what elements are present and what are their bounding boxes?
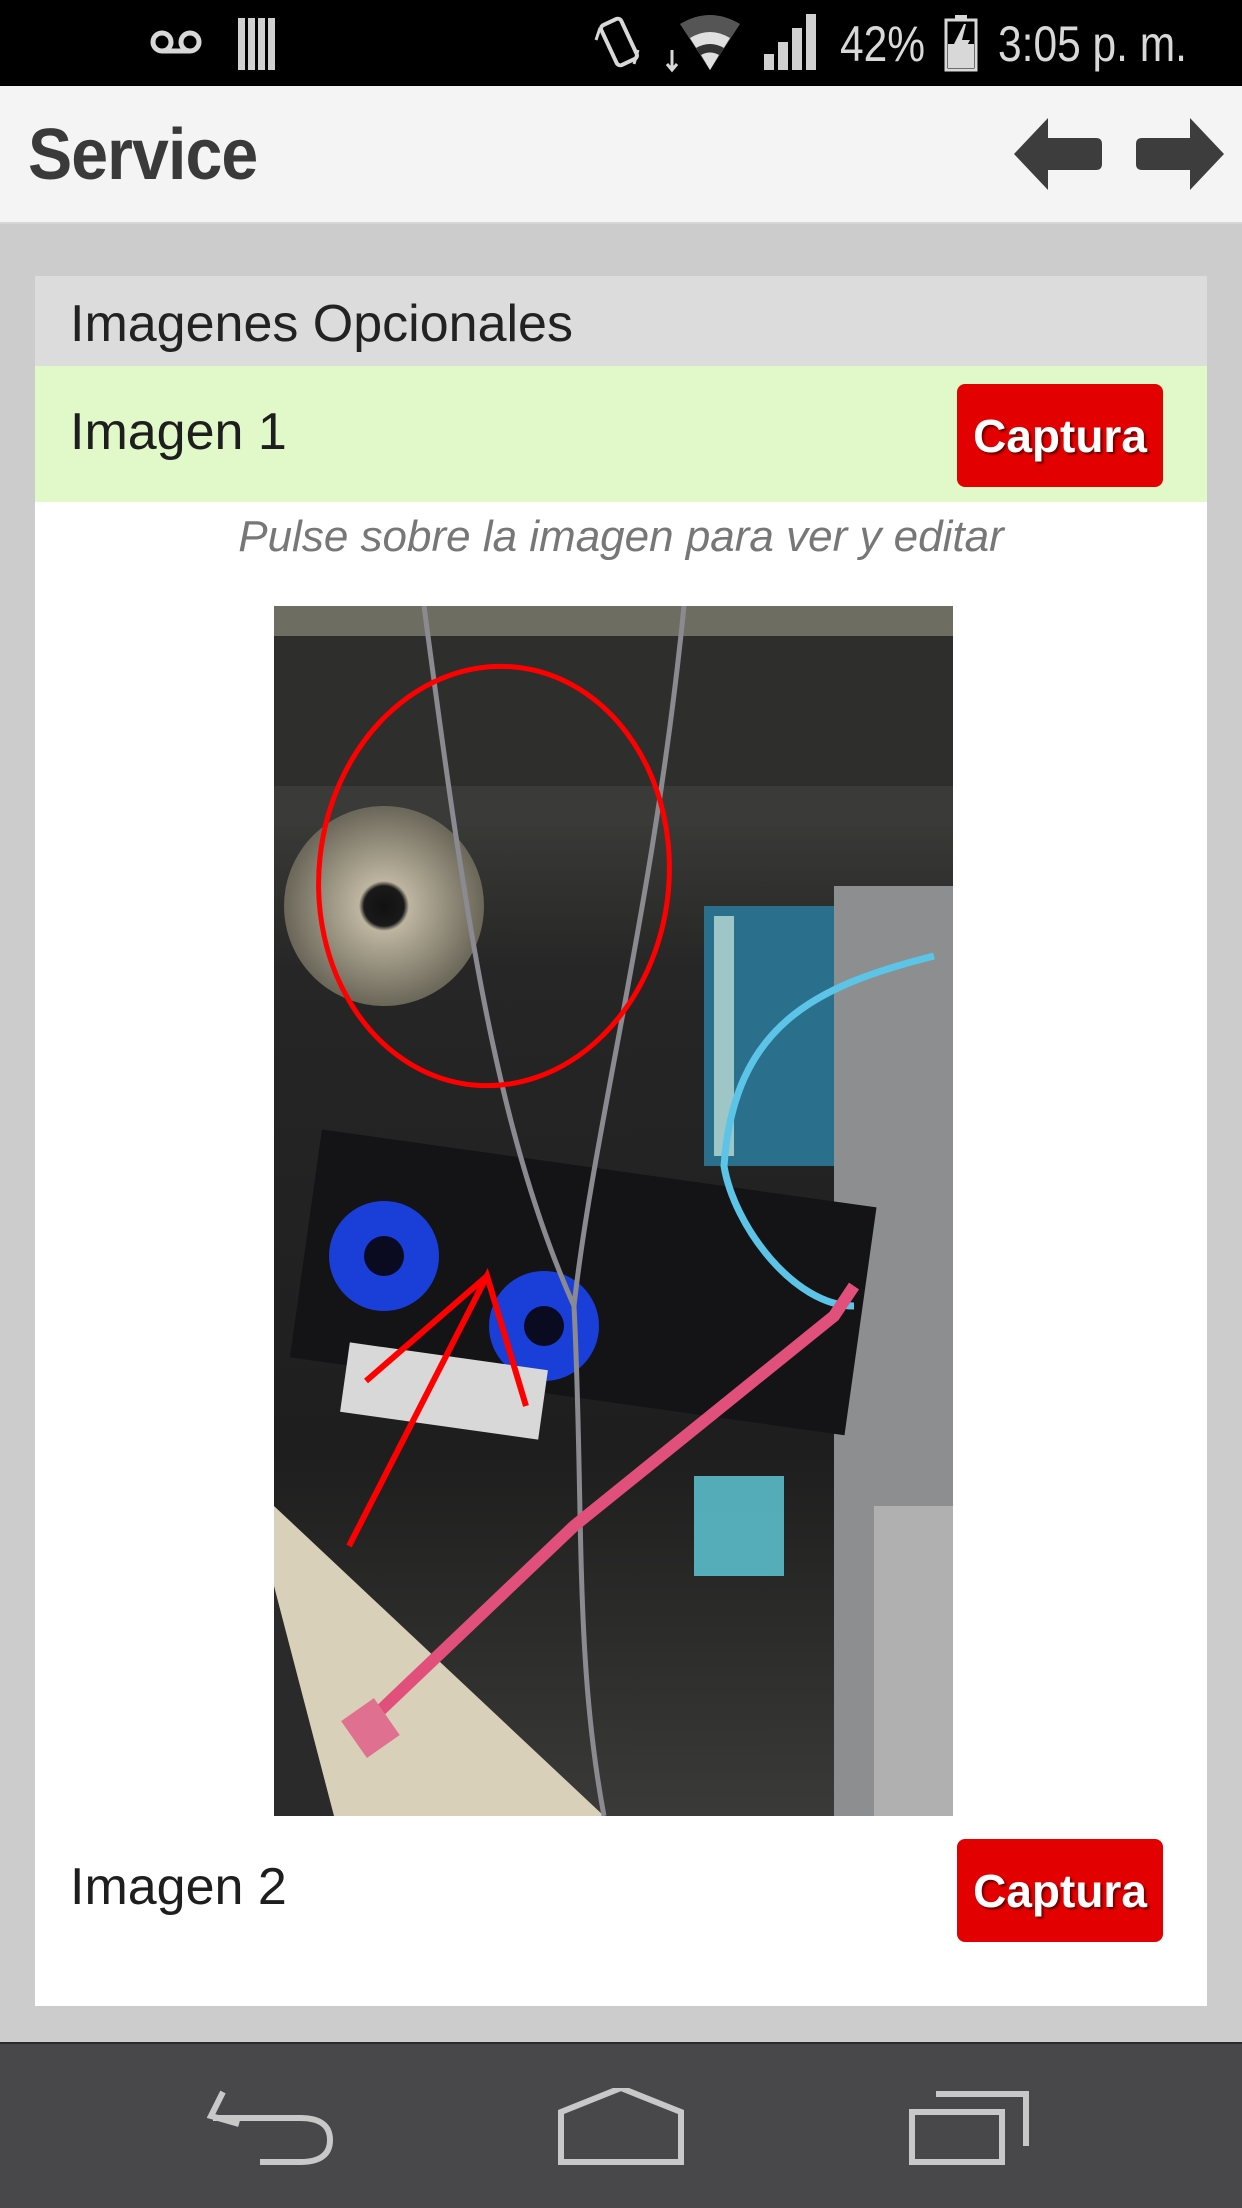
clock: 3:05 p. m. — [998, 16, 1187, 72]
pc-case-photo — [274, 606, 953, 1816]
nav-home-button[interactable] — [551, 2084, 691, 2168]
voicemail-icon — [146, 22, 206, 62]
arrow-left-icon — [1014, 118, 1102, 190]
arrow-right-icon — [1136, 118, 1224, 190]
section-title: Imagenes Opcionales — [70, 295, 573, 353]
signal-icon — [762, 14, 822, 70]
section-header: Imagenes Opcionales — [35, 276, 1207, 366]
system-nav-bar — [0, 2042, 1242, 2208]
nav-recents-button[interactable] — [906, 2088, 1046, 2168]
image-1-label: Imagen 1 — [70, 403, 287, 461]
image-2-label: Imagen 2 — [70, 1858, 287, 1916]
back-icon — [206, 2090, 334, 2165]
status-bar: 42% 3:05 p. m. — [0, 0, 1242, 86]
image-row-2: Imagen 2 Captura — [35, 1821, 1207, 1957]
edit-hint: Pulse sobre la imagen para ver y editar — [238, 512, 1004, 561]
nav-back-button[interactable] — [205, 2088, 345, 2168]
capture-button-2[interactable]: Captura — [957, 1839, 1163, 1942]
sim-card-icon — [236, 16, 280, 72]
page-title: Service — [28, 115, 258, 195]
battery-charging-icon — [944, 14, 978, 72]
vibrate-icon — [594, 14, 650, 74]
optional-images-card: Imagenes Opcionales Imagen 1 Captura Pul… — [35, 276, 1207, 2006]
home-icon — [558, 2084, 684, 2165]
back-button[interactable] — [1012, 116, 1104, 196]
capture-button-1[interactable]: Captura — [957, 384, 1163, 487]
image-1-thumbnail[interactable] — [274, 606, 953, 1816]
wifi-icon — [664, 14, 744, 74]
recent-apps-icon — [909, 2091, 1029, 2165]
image-row-1: Imagen 1 Captura — [35, 366, 1207, 502]
forward-button[interactable] — [1134, 116, 1226, 196]
battery-percent: 42% — [840, 16, 926, 72]
app-header: Service — [0, 86, 1242, 224]
